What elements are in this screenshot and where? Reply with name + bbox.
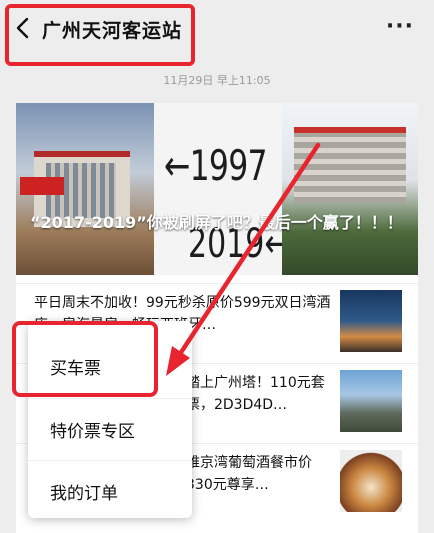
annotation-highlight-menu <box>12 321 158 397</box>
message-timestamp: 11月29日 早上11:05 <box>163 74 271 87</box>
hero-image[interactable]: ←1997 2019← “2017-2019”你被刷屏了吧？最后一个赢了！！！ <box>16 103 418 275</box>
hero-photo-left <box>16 103 154 275</box>
menu-item-my-orders[interactable]: 我的订单 <box>28 460 192 523</box>
article-thumbnail <box>340 370 402 432</box>
hero-year-top: ←1997 <box>164 141 268 190</box>
article-thumbnail <box>340 450 402 512</box>
menu-item-special-price[interactable]: 特价票专区 <box>28 398 192 461</box>
more-icon[interactable]: ··· <box>386 14 414 39</box>
hero-year-panel: ←1997 2019← <box>154 103 289 275</box>
article-title: 踏上广州塔！110元套票，2D3D4D… <box>186 375 325 413</box>
annotation-highlight-title <box>5 4 195 66</box>
article-title: 维京湾葡萄酒餐市价330元尊享… <box>186 455 312 493</box>
article-thumbnail <box>340 290 402 352</box>
menu-item-label: 特价票专区 <box>50 422 135 442</box>
menu-item-label: 我的订单 <box>50 484 118 504</box>
hero-photo-right <box>282 103 418 275</box>
hero-caption: “2017-2019”你被刷屏了吧？最后一个赢了！！！ <box>30 213 403 232</box>
